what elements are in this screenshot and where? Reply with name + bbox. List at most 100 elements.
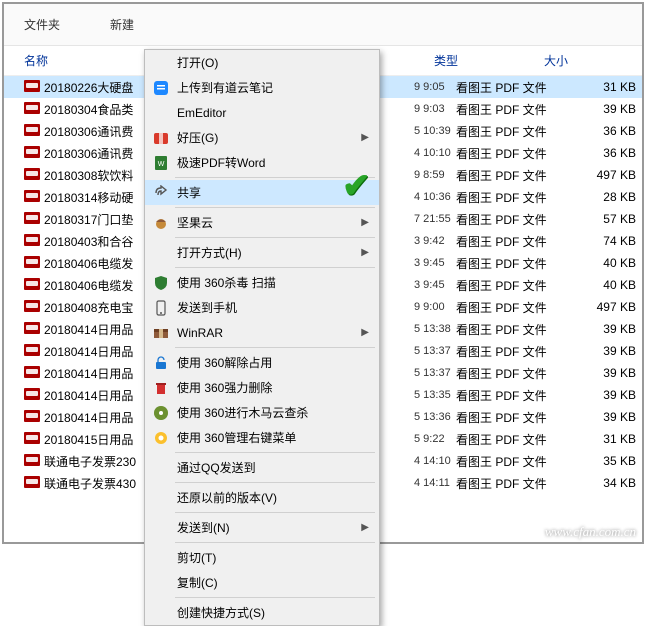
chevron-right-icon: ▶ xyxy=(361,217,369,228)
separator xyxy=(175,207,375,208)
pdf-file-icon xyxy=(24,410,40,424)
file-name: 20180414日用品 xyxy=(44,343,154,360)
pdf-file-icon xyxy=(24,344,40,358)
menu-forcedel360[interactable]: 使用 360强力删除 xyxy=(145,375,379,400)
separator xyxy=(175,347,375,348)
share-icon xyxy=(151,183,171,203)
menu-shortcut[interactable]: 创建快捷方式(S) xyxy=(145,600,379,625)
separator xyxy=(175,452,375,453)
file-time: 3 9:42 xyxy=(414,235,456,247)
checkmark-icon: ✔ xyxy=(342,166,371,206)
pdf-file-icon xyxy=(24,102,40,116)
file-type: 看图王 PDF 文件 xyxy=(456,79,566,96)
menu-winrar[interactable]: WinRAR▶ xyxy=(145,320,379,345)
pdf-file-icon xyxy=(24,432,40,446)
menu-scan360[interactable]: 使用 360杀毒 扫描 xyxy=(145,270,379,295)
separator xyxy=(175,597,375,598)
file-name: 20180414日用品 xyxy=(44,321,154,338)
gear-icon xyxy=(151,428,171,448)
file-name: 20180306通讯费 xyxy=(44,123,154,140)
menu-qqsend[interactable]: 通过QQ发送到 xyxy=(145,455,379,480)
file-name: 20180415日用品 xyxy=(44,431,154,448)
separator xyxy=(175,542,375,543)
radar-icon xyxy=(151,403,171,423)
file-time: 9 9:03 xyxy=(414,103,456,115)
col-type[interactable]: 类型 xyxy=(434,52,544,69)
new-label[interactable]: 新建 xyxy=(110,16,134,33)
separator xyxy=(175,267,375,268)
menu-haoya[interactable]: 好压(G)▶ xyxy=(145,125,379,150)
file-type: 看图王 PDF 文件 xyxy=(456,299,566,316)
pdf-file-icon xyxy=(24,80,40,94)
file-type: 看图王 PDF 文件 xyxy=(456,233,566,250)
file-size: 36 KB xyxy=(566,146,636,160)
menu-rclick360[interactable]: 使用 360管理右键菜单 xyxy=(145,425,379,450)
separator xyxy=(175,482,375,483)
file-size: 39 KB xyxy=(566,322,636,336)
file-time: 9 8:59 xyxy=(414,169,456,181)
pdf-file-icon xyxy=(24,278,40,292)
pdf-file-icon xyxy=(24,476,40,490)
menu-copy[interactable]: 复制(C) xyxy=(145,570,379,595)
file-name: 联通电子发票430 xyxy=(44,475,154,492)
file-size: 57 KB xyxy=(566,212,636,226)
archive-icon xyxy=(151,128,171,148)
file-size: 497 KB xyxy=(566,300,636,314)
file-name: 20180317门口垫 xyxy=(44,211,154,228)
menu-restore[interactable]: 还原以前的版本(V) xyxy=(145,485,379,510)
folder-label: 文件夹 xyxy=(24,16,60,33)
trash-icon xyxy=(151,378,171,398)
file-type: 看图王 PDF 文件 xyxy=(456,321,566,338)
pdf-file-icon xyxy=(24,366,40,380)
file-size: 34 KB xyxy=(566,476,636,490)
menu-sendphone[interactable]: 发送到手机 xyxy=(145,295,379,320)
pdf-file-icon xyxy=(24,146,40,160)
file-time: 4 10:36 xyxy=(414,191,456,203)
separator xyxy=(175,237,375,238)
menu-jianguo[interactable]: 坚果云▶ xyxy=(145,210,379,235)
menu-cut[interactable]: 剪切(T) xyxy=(145,545,379,570)
shield-icon xyxy=(151,273,171,293)
file-type: 看图王 PDF 文件 xyxy=(456,431,566,448)
file-type: 看图王 PDF 文件 xyxy=(456,409,566,426)
file-time: 5 10:39 xyxy=(414,125,456,137)
file-time: 5 13:37 xyxy=(414,345,456,357)
chevron-right-icon: ▶ xyxy=(361,132,369,143)
separator xyxy=(175,512,375,513)
file-type: 看图王 PDF 文件 xyxy=(456,475,566,492)
menu-sendto[interactable]: 发送到(N)▶ xyxy=(145,515,379,540)
file-type: 看图王 PDF 文件 xyxy=(456,211,566,228)
svg-text:W: W xyxy=(158,161,165,168)
menu-trojan360[interactable]: 使用 360进行木马云查杀 xyxy=(145,400,379,425)
nut-icon xyxy=(151,213,171,233)
pdf-file-icon xyxy=(24,388,40,402)
file-name: 20180414日用品 xyxy=(44,409,154,426)
chevron-right-icon: ▶ xyxy=(361,327,369,338)
pdf-file-icon xyxy=(24,454,40,468)
file-size: 36 KB xyxy=(566,124,636,138)
phone-icon xyxy=(151,298,171,318)
file-size: 39 KB xyxy=(566,366,636,380)
pdf-file-icon xyxy=(24,322,40,336)
file-name: 20180406电缆发 xyxy=(44,255,154,272)
menu-unlock360[interactable]: 使用 360解除占用 xyxy=(145,350,379,375)
col-size[interactable]: 大小 xyxy=(544,52,624,69)
file-time: 5 13:37 xyxy=(414,367,456,379)
file-type: 看图王 PDF 文件 xyxy=(456,453,566,470)
toolbar: 文件夹 新建 xyxy=(4,4,642,46)
file-name: 20180414日用品 xyxy=(44,387,154,404)
file-time: 4 14:11 xyxy=(414,477,456,489)
watermark: www.cfan.com.cn xyxy=(545,524,636,540)
file-type: 看图王 PDF 文件 xyxy=(456,101,566,118)
context-menu[interactable]: 打开(O) 上传到有道云笔记 EmEditor 好压(G)▶ W极速PDF转Wo… xyxy=(144,49,380,626)
menu-emeditor[interactable]: EmEditor xyxy=(145,100,379,125)
menu-open[interactable]: 打开(O) xyxy=(145,50,379,75)
file-name: 20180406电缆发 xyxy=(44,277,154,294)
menu-youdao[interactable]: 上传到有道云笔记 xyxy=(145,75,379,100)
menu-openwith[interactable]: 打开方式(H)▶ xyxy=(145,240,379,265)
file-size: 31 KB xyxy=(566,80,636,94)
file-name: 20180403和合谷 xyxy=(44,233,154,250)
pdf-file-icon xyxy=(24,256,40,270)
file-time: 5 13:36 xyxy=(414,411,456,423)
pdf-file-icon xyxy=(24,212,40,226)
